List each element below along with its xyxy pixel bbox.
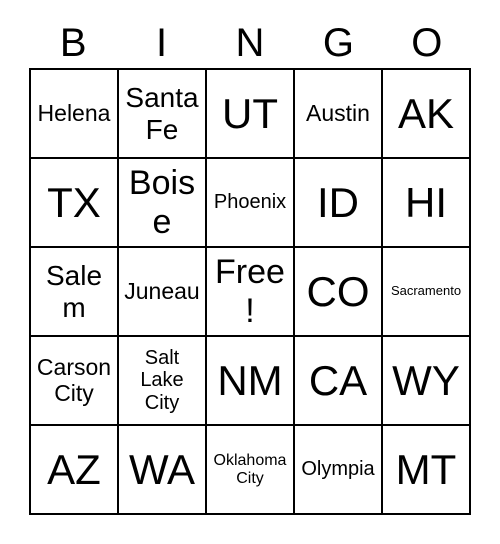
bingo-cell[interactable]: Helena <box>31 70 119 159</box>
bingo-cell-label: CO <box>306 267 370 315</box>
bingo-cell[interactable]: UT <box>207 70 295 159</box>
bingo-grid: Helena Santa Fe UT Austin AK TX Boise Phoenix ID… <box>29 68 471 515</box>
bingo-cell[interactable]: Santa Fe <box>119 70 207 159</box>
bingo-cell-label: UT <box>222 89 278 137</box>
bingo-cell-label: Juneau <box>124 277 200 304</box>
bingo-cell[interactable]: Salem <box>31 248 119 337</box>
bingo-cell[interactable]: Carson City <box>31 337 119 426</box>
bingo-cell[interactable]: Austin <box>295 70 383 159</box>
bingo-cell-label: WA <box>128 445 196 493</box>
bingo-header-letter-b: B <box>59 21 87 65</box>
bingo-cell-label: Sacramento <box>390 283 462 299</box>
bingo-cell-label: WY <box>392 356 460 404</box>
bingo-cell-label: MT <box>395 445 457 493</box>
bingo-cell[interactable]: Olympia <box>295 426 383 515</box>
bingo-cell[interactable]: Boise <box>119 159 207 248</box>
bingo-cell[interactable]: AK <box>383 70 471 159</box>
bingo-cell[interactable]: Phoenix <box>207 159 295 248</box>
bingo-header-letter-i: I <box>156 21 168 65</box>
bingo-free-space[interactable]: Free! <box>207 248 295 337</box>
bingo-cell-label: TX <box>47 178 101 226</box>
bingo-cell-label: Oklahoma City <box>213 451 287 487</box>
bingo-cell[interactable]: Sacramento <box>383 248 471 337</box>
bingo-cell-label: AZ <box>47 445 101 493</box>
bingo-header-letter-o: O <box>411 21 443 65</box>
bingo-cell-label: Santa Fe <box>125 82 199 145</box>
bingo-cell[interactable]: WA <box>119 426 207 515</box>
bingo-cell[interactable]: Salt Lake City <box>119 337 207 426</box>
bingo-cell-label: Salt Lake City <box>140 346 184 414</box>
bingo-header-row: BINGO <box>29 18 471 68</box>
bingo-cell-label: Olympia <box>301 458 375 481</box>
bingo-cell[interactable]: Juneau <box>119 248 207 337</box>
bingo-cell-label: ID <box>317 178 359 226</box>
bingo-cell-label: Boise <box>128 164 196 241</box>
bingo-cell[interactable]: CA <box>295 337 383 426</box>
bingo-cell[interactable]: Oklahoma City <box>207 426 295 515</box>
bingo-cell-label: HI <box>405 178 447 226</box>
bingo-cell-label: Phoenix <box>213 191 287 214</box>
bingo-cell-label: Carson City <box>36 353 112 406</box>
bingo-cell-label: Free! <box>215 253 285 330</box>
bingo-cell[interactable]: WY <box>383 337 471 426</box>
bingo-header-letter-n: N <box>235 21 265 65</box>
bingo-cell-label: Helena <box>37 99 111 126</box>
bingo-cell-label: Salem <box>45 260 103 323</box>
bingo-cell[interactable]: NM <box>207 337 295 426</box>
bingo-cell-label: CA <box>308 356 368 404</box>
bingo-cell[interactable]: AZ <box>31 426 119 515</box>
bingo-cell[interactable]: HI <box>383 159 471 248</box>
bingo-cell[interactable]: MT <box>383 426 471 515</box>
bingo-cell[interactable]: CO <box>295 248 383 337</box>
bingo-cell[interactable]: ID <box>295 159 383 248</box>
bingo-header-letter-g: G <box>322 21 354 65</box>
bingo-cell-label: Austin <box>306 99 370 126</box>
bingo-card: B I N G O Helena Santa Fe UT Austin AK TX Boise Pho… <box>0 0 500 544</box>
bingo-cell-label: AK <box>397 89 455 137</box>
bingo-cell-label: NM <box>217 356 283 404</box>
bingo-cell[interactable]: TX <box>31 159 119 248</box>
